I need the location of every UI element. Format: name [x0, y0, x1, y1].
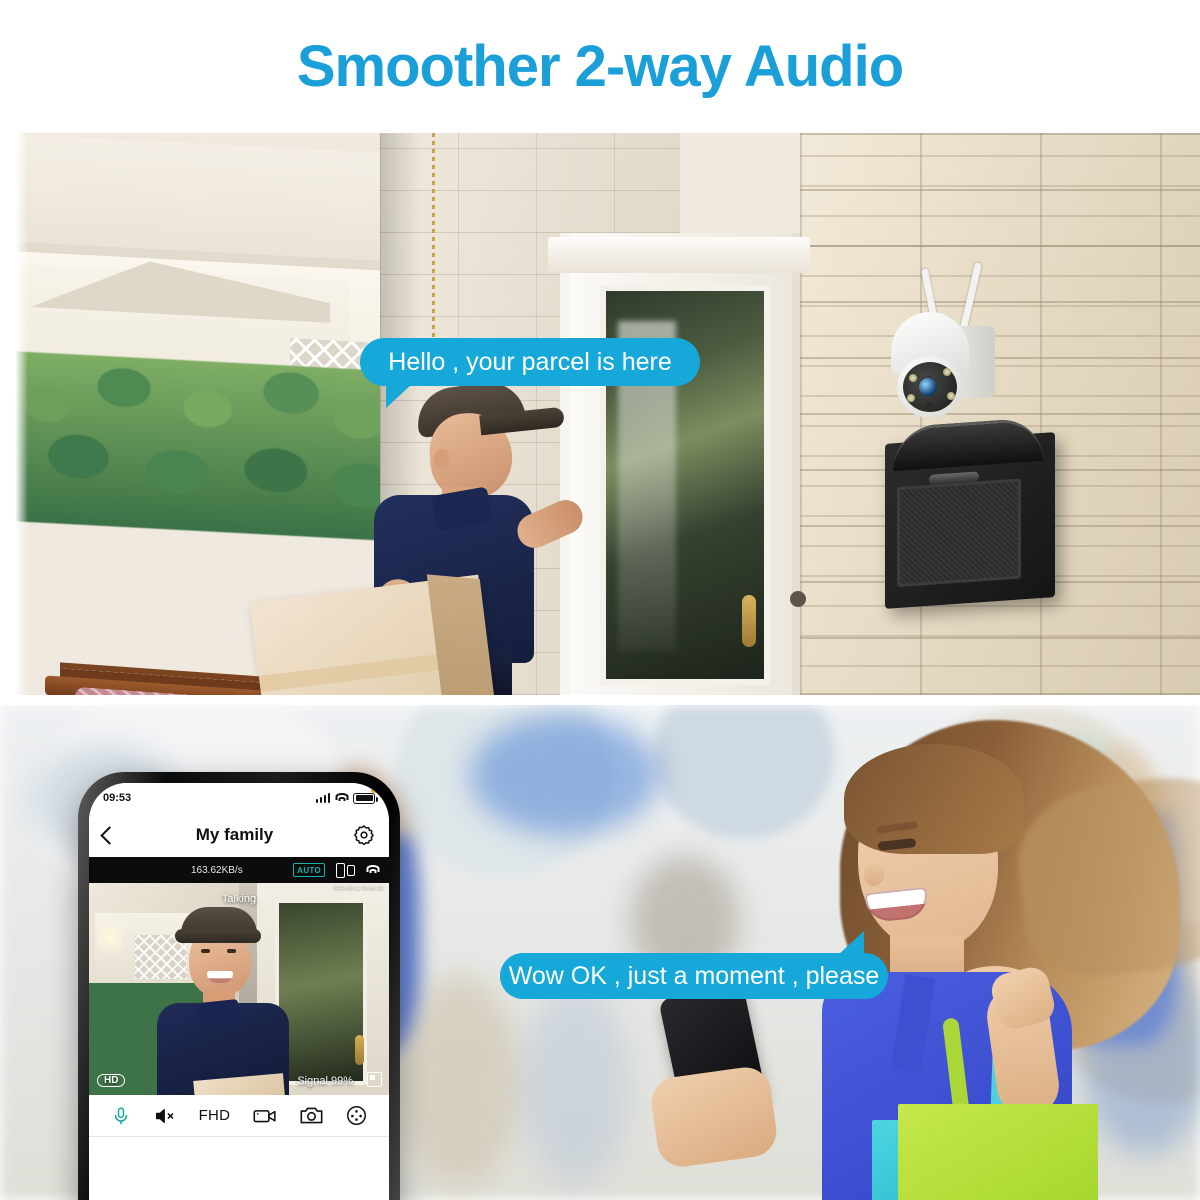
mailbox-door [897, 478, 1021, 588]
door-lock [790, 591, 806, 607]
app-title: My family [195, 825, 274, 844]
security-camera-icon [885, 262, 1005, 428]
fullscreen-icon[interactable] [367, 1072, 382, 1087]
wifi-icon [335, 793, 348, 803]
chevron-left-icon[interactable] [100, 825, 119, 845]
camera-led [943, 368, 951, 376]
hd-badge[interactable]: HD [97, 1074, 126, 1087]
phone-screen: 09:53 My family 163.62KB/s AUTO 2023-08-… [89, 783, 389, 1200]
polo-collar [197, 998, 241, 1028]
speech-bubble-tail [838, 931, 864, 955]
microphone-button[interactable] [111, 1106, 131, 1126]
status-bar-time: 09:53 [103, 792, 132, 804]
camera-lens [919, 378, 937, 396]
left-vignette [0, 133, 28, 695]
camera-led [947, 392, 955, 400]
nose [864, 864, 884, 886]
background-blur-blob [470, 715, 660, 835]
promo-page: Smoother 2-way Audio Hello , your parcel… [0, 0, 1200, 1200]
gear-icon[interactable] [353, 824, 375, 846]
status-bar-indicators [315, 792, 378, 804]
battery-full-icon [353, 792, 378, 804]
camera-led [909, 374, 917, 382]
headline-bar: Smoother 2-way Audio [0, 0, 1200, 133]
page-title: Smoother 2-way Audio [296, 34, 904, 99]
mailbox-icon [885, 416, 1055, 609]
hand-holding-phone [648, 1064, 780, 1170]
talking-indicator: Talking [221, 893, 257, 905]
photo-camera-icon[interactable] [300, 1106, 323, 1125]
background-blur-blob [400, 975, 520, 1185]
phone-mockup: 09:53 My family 163.62KB/s AUTO 2023-08-… [78, 772, 400, 1200]
camera-controls-toolbar: FHD [89, 1095, 389, 1137]
split-screen-icon[interactable] [336, 862, 355, 878]
hanging-chain [432, 133, 435, 368]
camera-led [907, 394, 915, 402]
cardboard-box [249, 574, 502, 695]
feed-delivery-person [151, 907, 311, 1095]
camera-sensor [925, 402, 933, 410]
cellular-bars-icon [315, 793, 330, 803]
signal-strength-label: Signal 99% [297, 1075, 353, 1087]
status-bar: 09:53 [89, 783, 389, 813]
wifi-icon [366, 865, 379, 875]
live-camera-feed[interactable]: 2023-08-11 09:45:28 Talking HD Signal 99… [89, 883, 389, 1095]
bitrate-label: 163.62KB/s [191, 864, 243, 876]
feed-door-handle [355, 1035, 364, 1065]
stream-info-bar: 163.62KB/s AUTO [89, 857, 389, 883]
door-header-trim [548, 237, 810, 273]
feed-timestamp: 2023-08-11 09:45:28 [333, 885, 383, 891]
ear [434, 449, 450, 469]
speech-bubble-tail [386, 384, 412, 408]
hair-fringe [844, 744, 1024, 854]
app-content-area [89, 1137, 389, 1200]
background-blur-blob [520, 985, 630, 1185]
app-bar: My family [89, 813, 389, 857]
door-handle [742, 595, 756, 647]
shopping-bag-green [898, 1104, 1098, 1200]
cap-brim [175, 929, 261, 943]
eye [227, 949, 236, 953]
resolution-button[interactable]: FHD [199, 1107, 231, 1124]
video-camera-icon[interactable] [253, 1107, 277, 1125]
speech-bubble-customer-text: Wow OK , just a moment , please [508, 961, 880, 990]
feed-porch-lamp [97, 923, 123, 953]
porch-scene-photo: Hello , your parcel is here [0, 133, 1200, 695]
porch-background [0, 133, 1200, 695]
quality-badge[interactable]: AUTO [293, 863, 325, 877]
speech-bubble-courier-text: Hello , your parcel is here [388, 347, 672, 376]
ptz-direction-icon[interactable] [346, 1105, 367, 1126]
eye [201, 949, 210, 953]
speaker-mute-button[interactable] [154, 1106, 176, 1126]
recording-indicator-dot [371, 787, 377, 793]
speech-bubble-courier: Hello , your parcel is here [360, 338, 700, 408]
speech-bubble-customer: Wow OK , just a moment , please [500, 931, 888, 999]
smiling-mouth [207, 971, 233, 983]
